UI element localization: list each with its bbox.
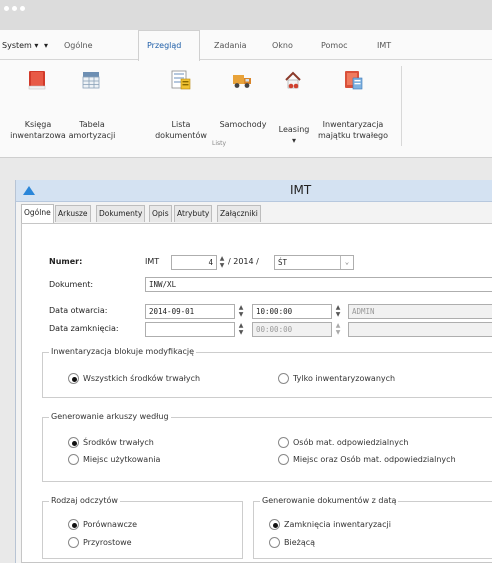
radio-circle xyxy=(278,454,289,465)
group-arkusze-title: Generowanie arkuszy według xyxy=(49,412,171,421)
menu-bar: System ▾ ▾ Ogólne Przegląd Zadania Okno … xyxy=(0,30,492,61)
radio-porownawcze-label: Porównawcze xyxy=(83,520,138,529)
group-dokumentow: Generowanie dokumentów z datą Zamknięcia… xyxy=(253,496,492,559)
group-dokumentow-title: Generowanie dokumentów z datą xyxy=(260,496,399,505)
data-zamkniecia-time-spinner: ▲ ▼ xyxy=(335,322,341,336)
ribbon-label-ksiega: Księga inwentarzowa xyxy=(10,120,66,140)
menu-ogolne[interactable]: Ogólne xyxy=(64,41,92,50)
radio-circle xyxy=(68,373,79,384)
menu-przeglad[interactable]: Przegląd xyxy=(147,41,181,50)
data-zamkniecia-label: Data zamknięcia: xyxy=(49,324,119,333)
numer-field[interactable]: 4 xyxy=(171,255,217,270)
radio-dot xyxy=(272,522,278,528)
window-title-bar xyxy=(0,0,492,30)
group-blokuje-title: Inwentaryzacja blokuje modyfikację xyxy=(49,347,197,356)
radio-circle xyxy=(278,437,289,448)
dialog-title: IMT xyxy=(290,183,312,197)
menu-system[interactable]: System ▾ xyxy=(2,41,38,50)
radio-zamkniecia-label: Zamknięcia inwentaryzacji xyxy=(284,520,391,529)
series-value: ŚT xyxy=(278,258,288,267)
radio-circle xyxy=(68,454,79,465)
tab-opis[interactable]: Opis xyxy=(149,205,172,222)
radio-circle xyxy=(68,519,79,530)
radio-dot xyxy=(71,376,77,382)
radio-dot xyxy=(71,440,77,446)
window-dot-2[interactable] xyxy=(12,6,17,11)
table-icon xyxy=(82,72,100,89)
data-otwarcia-user-value: ADMIN xyxy=(352,307,375,316)
app-triangle-icon xyxy=(23,186,35,195)
dokument-value: INW/XL xyxy=(149,280,177,289)
ribbon-label-lista: Lista dokumentów xyxy=(155,120,207,140)
chevron-down-icon[interactable]: ⌄ xyxy=(340,256,353,269)
data-zamkniecia-user xyxy=(348,322,492,337)
ribbon-group-label: Listy xyxy=(212,140,227,147)
data-otwarcia-date-value: 2014-09-01 xyxy=(149,307,195,316)
leasing-icon xyxy=(285,71,301,89)
radio-wszystkich-label: Wszystkich środków trwałych xyxy=(83,374,201,383)
tab-arkusze[interactable]: Arkusze xyxy=(55,205,91,222)
numer-spinner[interactable]: ▲ ▼ xyxy=(218,255,226,270)
dokument-label: Dokument: xyxy=(49,280,94,289)
numer-year: / 2014 / xyxy=(228,257,259,266)
dokument-field[interactable]: INW/XL xyxy=(145,277,492,292)
ribbon-label-tabela: Tabela amortyzacji xyxy=(68,120,116,140)
numer-prefix: IMT xyxy=(145,257,160,266)
data-zamkniecia-date[interactable] xyxy=(145,322,235,337)
data-otwarcia-date-spinner[interactable]: ▲ ▼ xyxy=(237,304,245,319)
ribbon-separator xyxy=(401,66,402,146)
radio-circle xyxy=(269,519,280,530)
radio-circle xyxy=(68,437,79,448)
inventory-icon xyxy=(345,71,363,90)
menu-okno[interactable]: Okno xyxy=(272,41,293,50)
data-otwarcia-time-value: 10:00:00 xyxy=(256,307,293,316)
documents-list-icon xyxy=(171,70,191,90)
radio-miejsc-oraz-label: Miejsc oraz Osób mat. odpowiedzialnych xyxy=(293,455,456,464)
radio-osob-label: Osób mat. odpowiedzialnych xyxy=(293,438,409,447)
radio-circle xyxy=(68,537,79,548)
radio-dot xyxy=(71,522,77,528)
ribbon-label-inwentaryzacja: Inwentaryzacja majątku trwałego xyxy=(318,120,388,140)
truck-icon xyxy=(233,75,251,88)
data-zamkniecia-date-spinner[interactable]: ▲ ▼ xyxy=(237,322,245,337)
data-otwarcia-date[interactable]: 2014-09-01 xyxy=(145,304,235,319)
series-select[interactable]: ŚT ⌄ xyxy=(274,255,354,270)
data-otwarcia-time[interactable]: 10:00:00 xyxy=(252,304,332,319)
dialog-title-bar: IMT xyxy=(16,180,492,202)
group-arkusze: Generowanie arkuszy według Środków trwał… xyxy=(42,412,492,482)
data-zamkniecia-time: 00:00:00 xyxy=(252,322,332,337)
group-blokuje: Inwentaryzacja blokuje modyfikację Wszys… xyxy=(42,347,492,398)
tab-ogolne-content: Numer: IMT 4 ▲ ▼ / 2014 / ŚT ⌄ Dokument: … xyxy=(21,223,492,563)
tab-ogolne[interactable]: Ogólne xyxy=(21,204,54,223)
main-app-window: System ▾ ▾ Ogólne Przegląd Zadania Okno … xyxy=(0,30,492,158)
data-zamkniecia-time-value: 00:00:00 xyxy=(256,325,293,334)
radio-circle xyxy=(278,373,289,384)
group-odczytow: Rodzaj odczytów Porównawcze Przyrostowe xyxy=(42,496,243,559)
numer-value: 4 xyxy=(208,258,213,267)
tab-dokumenty[interactable]: Dokumenty xyxy=(96,205,146,222)
menu-zadania[interactable]: Zadania xyxy=(214,41,247,50)
radio-circle xyxy=(269,537,280,548)
tab-zalaczniki[interactable]: Załączniki xyxy=(217,205,261,222)
menu-imt[interactable]: IMT xyxy=(377,41,391,50)
ribbon-label-samochody: Samochody xyxy=(219,120,267,129)
radio-tylko-label: Tylko inwentaryzowanych xyxy=(293,374,396,383)
book-icon xyxy=(28,71,46,90)
numer-label: Numer: xyxy=(49,257,83,266)
quick-access-dropdown[interactable]: ▾ xyxy=(44,41,48,50)
data-otwarcia-time-spinner[interactable]: ▲ ▼ xyxy=(334,304,342,319)
radio-miejsc-label: Miejsc użytkowania xyxy=(83,455,161,464)
radio-biezaca-label: Bieżącą xyxy=(284,538,316,547)
data-otwarcia-label: Data otwarcia: xyxy=(49,306,108,315)
data-otwarcia-user: ADMIN xyxy=(348,304,492,319)
window-dot-1[interactable] xyxy=(4,6,9,11)
imt-dialog: IMT Ogólne Arkusze Dokumenty Opis Atrybu… xyxy=(15,180,492,563)
menu-pomoc[interactable]: Pomoc xyxy=(321,41,348,50)
group-odczytow-title: Rodzaj odczytów xyxy=(49,496,120,505)
tab-atrybuty[interactable]: Atrybuty xyxy=(174,205,213,222)
window-dot-3[interactable] xyxy=(20,6,25,11)
radio-srodkow-label: Środków trwałych xyxy=(83,438,154,447)
radio-przyrostowe-label: Przyrostowe xyxy=(83,538,132,547)
